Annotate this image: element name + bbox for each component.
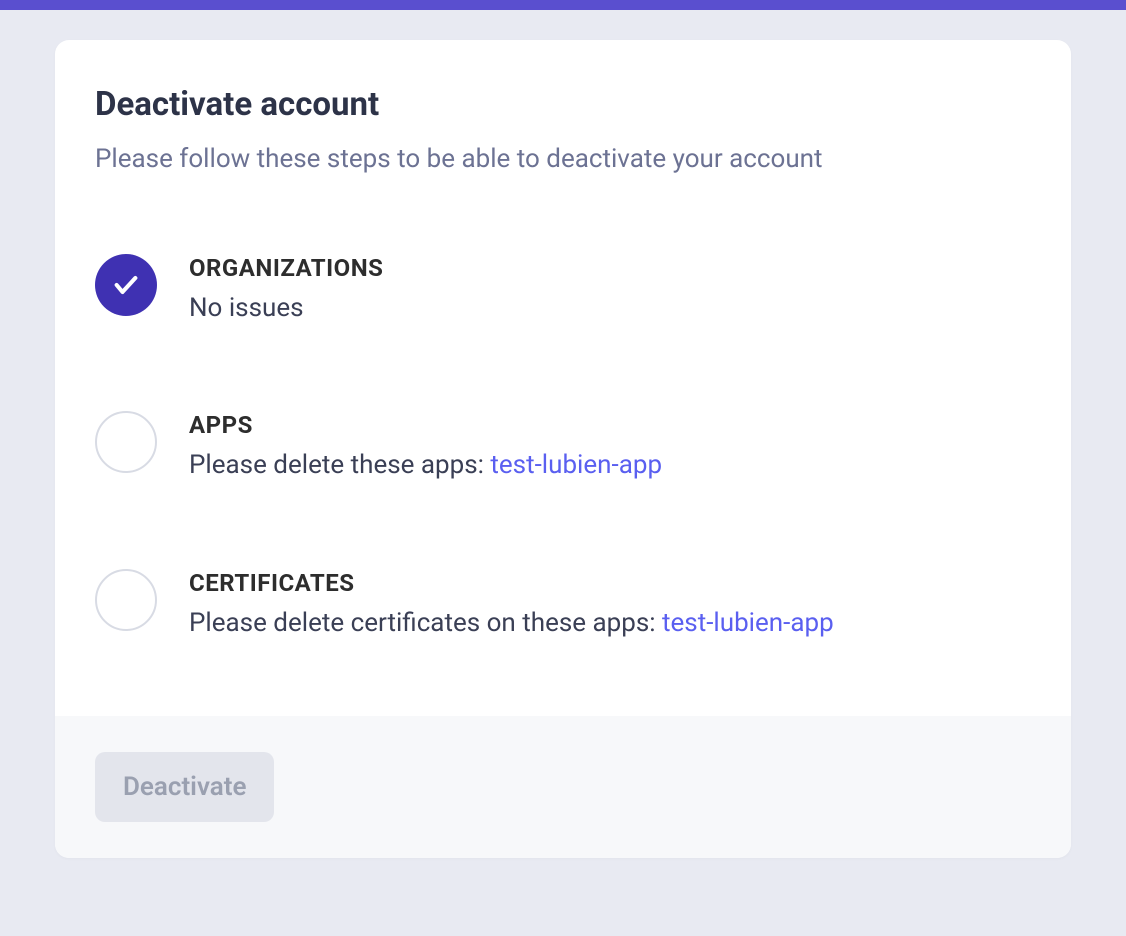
step-label: CERTIFICATES: [189, 569, 1031, 597]
step-organizations: ORGANIZATIONS No issues: [95, 254, 1031, 326]
step-content: ORGANIZATIONS No issues: [189, 254, 1031, 326]
app-link[interactable]: test-lubien-app: [490, 450, 662, 480]
step-apps: APPS Please delete these apps: test-lubi…: [95, 411, 1031, 483]
step-content: APPS Please delete these apps: test-lubi…: [189, 411, 1031, 483]
deactivate-card: Deactivate account Please follow these s…: [55, 40, 1071, 858]
deactivate-button[interactable]: Deactivate: [95, 752, 274, 822]
step-status-circle: [95, 254, 157, 316]
step-message: Please delete certificates on these apps…: [189, 605, 1031, 641]
card-footer: Deactivate: [55, 716, 1071, 858]
step-label: ORGANIZATIONS: [189, 254, 1031, 282]
app-link[interactable]: test-lubien-app: [662, 608, 834, 638]
step-message-text: Please delete these apps:: [189, 450, 490, 480]
page-subtitle: Please follow these steps to be able to …: [95, 144, 1031, 174]
page-title: Deactivate account: [95, 85, 1031, 124]
check-icon: [112, 271, 140, 299]
step-certificates: CERTIFICATES Please delete certificates …: [95, 569, 1031, 641]
step-message: Please delete these apps: test-lubien-ap…: [189, 447, 1031, 483]
card-body: Deactivate account Please follow these s…: [55, 40, 1071, 716]
step-label: APPS: [189, 411, 1031, 439]
step-content: CERTIFICATES Please delete certificates …: [189, 569, 1031, 641]
page-wrapper: Deactivate account Please follow these s…: [0, 10, 1126, 858]
step-status-circle: [95, 411, 157, 473]
step-status-circle: [95, 569, 157, 631]
top-accent-bar: [0, 0, 1126, 10]
step-message-text: Please delete certificates on these apps…: [189, 608, 662, 638]
step-message: No issues: [189, 290, 1031, 326]
